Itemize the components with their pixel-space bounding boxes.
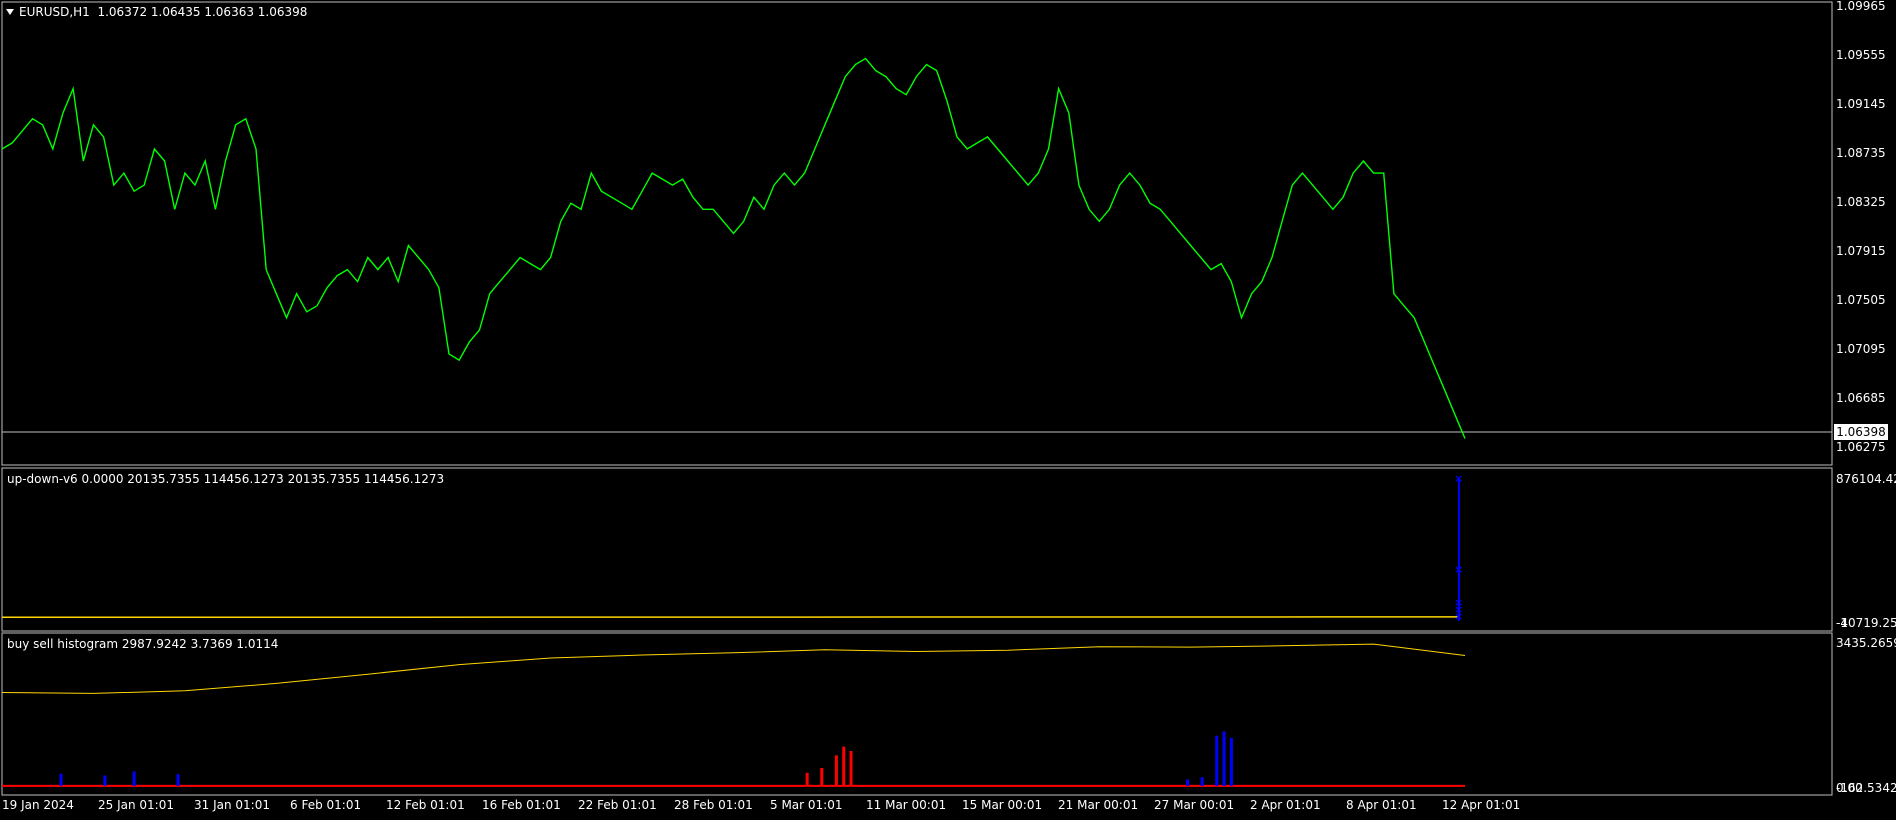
histogram-buy-bar: [1222, 731, 1226, 786]
main-y-tick: 1.06685: [1836, 391, 1886, 405]
up-down-marker: ×: [1454, 610, 1463, 623]
x-tick: 6 Feb 01:01: [290, 798, 362, 812]
main-y-tick: 1.07505: [1836, 293, 1886, 307]
up-down-marker: ×: [1454, 563, 1463, 576]
histogram-sell-bar: [805, 772, 809, 786]
x-tick: 27 Mar 00:01: [1154, 798, 1235, 812]
main-y-tick: 1.09145: [1836, 97, 1886, 111]
main-panel-frame: [1, 1, 1833, 466]
histogram-sell-bar: [834, 755, 838, 786]
main-y-tick: 1.09965: [1836, 0, 1886, 13]
indicator1-label: up-down-v6 0.0000 20135.7355 114456.1273…: [7, 472, 445, 486]
histogram-sell-bar: [842, 746, 846, 786]
histogram-buy-bar: [1200, 777, 1204, 786]
x-tick: 22 Feb 01:01: [578, 798, 657, 812]
histogram-buy-bar: [1229, 737, 1233, 786]
x-tick: 19 Jan 2024: [2, 798, 74, 812]
x-tick: 28 Feb 01:01: [674, 798, 753, 812]
main-y-tick: 1.06275: [1836, 440, 1886, 454]
main-y-tick: 1.08325: [1836, 195, 1886, 209]
x-tick: 8 Apr 01:01: [1346, 798, 1417, 812]
histogram-buy-bar: [176, 774, 180, 786]
histogram-buy-bar: [1215, 735, 1219, 786]
x-tick: 15 Mar 00:01: [962, 798, 1043, 812]
x-tick: 31 Jan 01:01: [194, 798, 270, 812]
price-series-line: [1, 57, 1466, 439]
main-y-tick: 1.08735: [1836, 146, 1886, 160]
indicator2-label: buy sell histogram 2987.9242 3.7369 1.01…: [7, 637, 279, 651]
histogram-buy-bar: [1186, 779, 1190, 786]
current-price-tag: 1.06398: [1834, 424, 1888, 440]
x-tick: 12 Feb 01:01: [386, 798, 465, 812]
ohlc-label: 1.06372 1.06435 1.06363 1.06398: [97, 5, 308, 19]
x-tick: 12 Apr 01:01: [1442, 798, 1521, 812]
main-y-tick: 1.07095: [1836, 342, 1886, 356]
x-tick: 2 Apr 01:01: [1250, 798, 1321, 812]
histogram-sell-bar: [849, 750, 853, 786]
x-tick: 5 Mar 01:01: [770, 798, 843, 812]
histogram-buy-bar: [132, 771, 136, 786]
indicator1-panel-frame: [1, 467, 1833, 632]
ind2-y-tick-min: -162.5342: [1836, 781, 1896, 795]
histogram-buy-bar: [59, 773, 63, 786]
histogram-sell-bar: [820, 768, 824, 786]
histogram-signal-line: [1, 643, 1466, 694]
main-chart-title: EURUSD,H1 1.06372 1.06435 1.06363 1.0639…: [6, 5, 307, 19]
ind1-y-tick-min: -40719.258: [1836, 616, 1896, 630]
chart-canvas[interactable]: ×××××: [0, 0, 1896, 820]
x-tick: 21 Mar 00:01: [1058, 798, 1139, 812]
main-y-tick: 1.07915: [1836, 244, 1886, 258]
histogram-buy-bar: [103, 775, 107, 786]
ind2-y-tick-max: 3435.2659: [1836, 636, 1896, 650]
main-y-tick: 1.09555: [1836, 48, 1886, 62]
x-tick: 11 Mar 00:01: [866, 798, 947, 812]
collapse-triangle-icon[interactable]: [6, 9, 14, 15]
indicator2-panel-frame: [1, 632, 1833, 796]
x-tick: 16 Feb 01:01: [482, 798, 561, 812]
x-tick: 25 Jan 01:01: [98, 798, 174, 812]
ind1-y-tick-max: 876104.42: [1836, 472, 1896, 486]
symbol-label: EURUSD,H1: [19, 5, 90, 19]
up-down-marker: ×: [1454, 472, 1463, 485]
